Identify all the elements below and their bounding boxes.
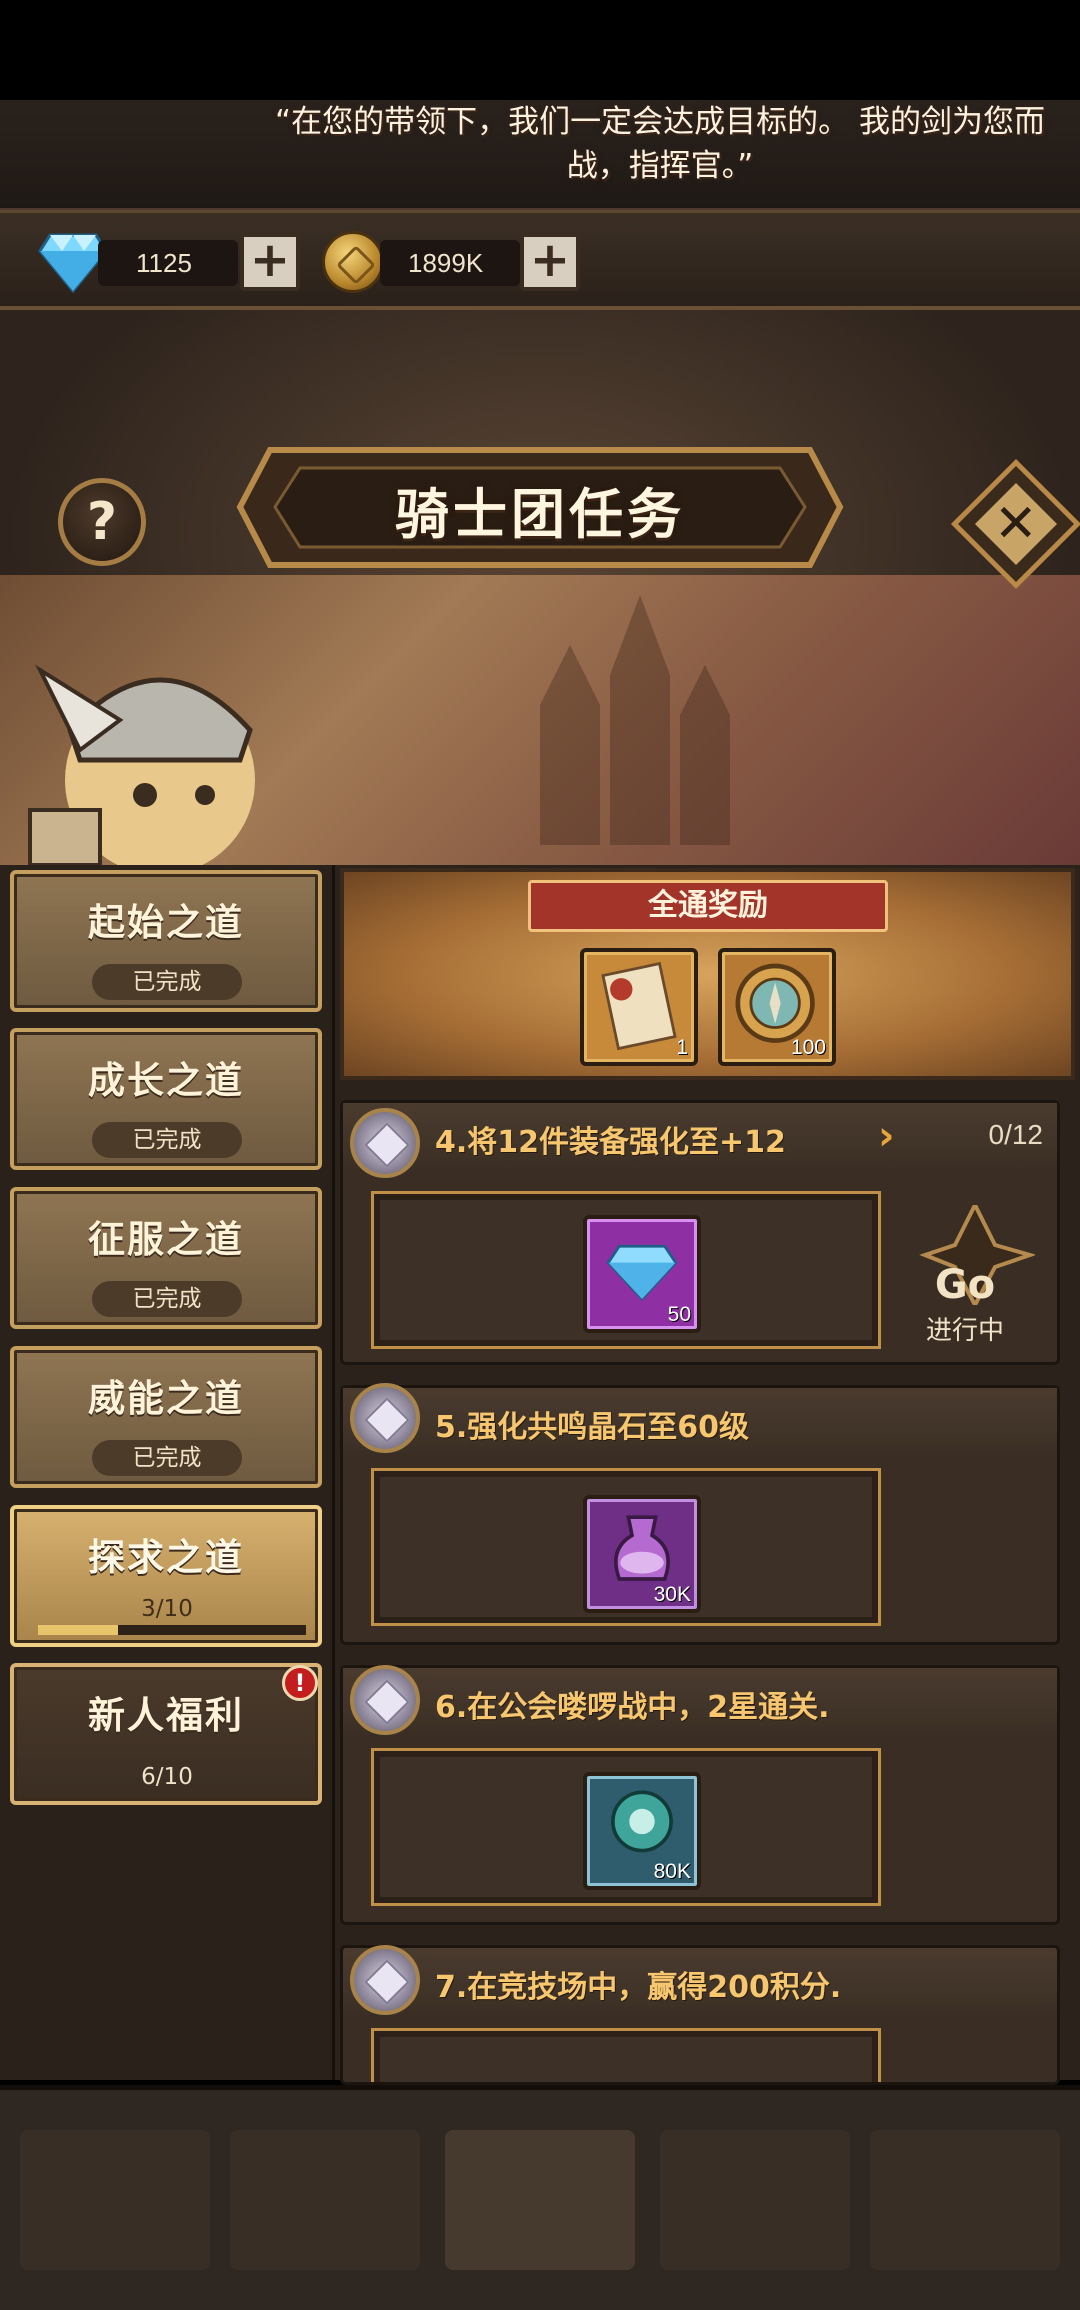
sidebar-item-status: 3/10 — [141, 1596, 193, 1622]
reward-slot — [371, 2028, 881, 2082]
task-card: 7.在竞技场中，赢得200积分. — [340, 1945, 1060, 2085]
medal-icon — [350, 1108, 420, 1178]
medal-icon — [350, 1945, 420, 2015]
task-reward-diamond[interactable]: 50 — [583, 1215, 701, 1333]
help-button[interactable]: ? — [58, 478, 146, 566]
progress-bar — [38, 1625, 306, 1635]
task-title: 4.将12件装备强化至+12 — [435, 1125, 786, 1160]
item-quantity: 80K — [653, 1860, 691, 1883]
item-quantity: 50 — [667, 1303, 691, 1326]
chevron-right-icon[interactable]: › — [878, 1113, 894, 1159]
nav-tab-2[interactable] — [230, 2130, 420, 2270]
sidebar-item-status: 已完成 — [92, 1281, 242, 1317]
knight-quote: “在您的带领下，我们一定会达成目标的。 我的剑为您而战，指挥官。” — [275, 104, 1045, 184]
diamond-counter: 1125 — [98, 240, 238, 286]
gold-coin-icon — [322, 231, 384, 293]
sidebar-item-quest-path[interactable]: 探求之道 3/10 — [10, 1505, 322, 1647]
status-bar — [0, 0, 1080, 100]
diamond-value: 1125 — [136, 248, 192, 278]
page-title: 骑士团任务 — [395, 483, 685, 546]
item-quantity: 100 — [790, 1036, 826, 1059]
sidebar-item-status: 已完成 — [92, 964, 242, 1000]
sidebar-item-label: 成长之道 — [88, 1059, 244, 1102]
nav-tab-1[interactable] — [20, 2130, 210, 2270]
item-quantity: 1 — [676, 1036, 688, 1059]
task-progress: 0/12 — [988, 1119, 1044, 1150]
task-status: 进行中 — [925, 1316, 1004, 1346]
nav-tab-3[interactable] — [445, 2130, 635, 2270]
sidebar-item-conquest-path[interactable]: 征服之道 已完成 — [10, 1187, 322, 1329]
medal-icon — [350, 1383, 420, 1453]
task-title: 5.强化共鸣晶石至60级 — [435, 1410, 750, 1445]
gold-counter: 1899K — [380, 240, 520, 286]
sidebar-item-start-path[interactable]: 起始之道 已完成 — [10, 870, 322, 1012]
go-button-label[interactable]: Go — [905, 1262, 1025, 1308]
sidebar-item-newcomer-welfare[interactable]: 新人福利 6/10 — [10, 1663, 322, 1805]
sidebar-item-label: 新人福利 — [88, 1694, 244, 1737]
sidebar-item-status: 已完成 — [92, 1440, 242, 1476]
question-icon: ? — [86, 492, 118, 552]
currency-bar: 1125 + 1899K + — [0, 210, 1080, 310]
sidebar-item-label: 探求之道 — [88, 1536, 244, 1579]
sidebar-item-status: 6/10 — [141, 1764, 193, 1790]
plus-icon: + — [249, 232, 291, 288]
sidebar-item-power-path[interactable]: 威能之道 已完成 — [10, 1346, 322, 1488]
knight-portrait — [28, 664, 255, 865]
task-reward-crystal[interactable]: 80K — [583, 1772, 701, 1890]
task-title: 6.在公会喽啰战中，2星通关. — [435, 1690, 830, 1725]
task-reward-potion[interactable]: 30K — [583, 1495, 701, 1613]
progress-fill — [38, 1625, 119, 1635]
bottom-nav — [0, 2085, 1080, 2310]
task-title: 7.在竞技场中，赢得200积分. — [435, 1970, 842, 2005]
sidebar-item-label: 征服之道 — [88, 1218, 244, 1261]
item-quantity: 30K — [653, 1583, 691, 1606]
add-gold-button[interactable]: + — [520, 233, 580, 291]
reward-item-compass[interactable]: 100 — [718, 948, 836, 1066]
reward-item-scroll[interactable]: 1 — [580, 948, 698, 1066]
alert-badge: ! — [282, 1665, 318, 1701]
plus-icon: + — [529, 232, 571, 288]
nav-tab-4[interactable] — [660, 2130, 850, 2270]
close-icon: ✕ — [994, 493, 1038, 554]
sidebar-item-status: 已完成 — [92, 1122, 242, 1158]
sidebar-item-label: 起始之道 — [88, 901, 244, 944]
add-diamonds-button[interactable]: + — [240, 233, 300, 291]
full-reward-label: 全通奖励 — [528, 880, 888, 932]
nav-tab-5[interactable] — [870, 2130, 1060, 2270]
castle-icon — [540, 595, 730, 845]
medal-icon — [350, 1665, 420, 1735]
gold-value: 1899K — [408, 248, 484, 278]
sidebar-item-label: 威能之道 — [88, 1377, 244, 1420]
sidebar-item-growth-path[interactable]: 成长之道 已完成 — [10, 1028, 322, 1170]
